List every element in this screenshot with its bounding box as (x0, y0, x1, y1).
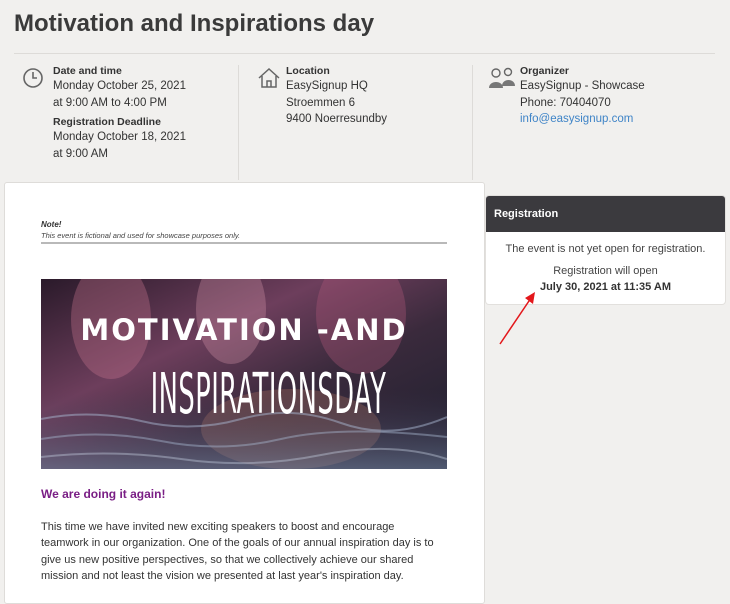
page-title: Motivation and Inspirations day (14, 10, 375, 37)
note-title: Note! (41, 220, 62, 229)
people-icon (487, 66, 515, 90)
organizer-phone: Phone: 70404070 (520, 96, 611, 109)
deadline-label: Registration Deadline (53, 116, 161, 128)
note-divider (41, 242, 447, 244)
organizer-email-link[interactable]: info@easysignup.com (520, 113, 633, 125)
event-date: Monday October 25, 2021 (53, 80, 186, 92)
registration-opens-label: Registration will open (553, 265, 658, 277)
clock-icon (22, 67, 46, 91)
info-datetime: Date and time Monday October 25, 2021 at… (14, 65, 237, 180)
content-paragraph: This time we have invited new exciting s… (41, 521, 434, 582)
note-text: This event is fictional and used for sho… (41, 231, 241, 240)
location-label: Location (286, 65, 330, 77)
event-description-card: Note! This event is fictional and used f… (4, 182, 485, 604)
registration-header: Registration (486, 196, 725, 232)
event-banner-image: MOTIVATION -AND INSPIRATIONSDAY (41, 279, 447, 469)
banner-title-line2: INSPIRATIONSDAY (150, 362, 387, 427)
organizer-name: EasySignup - Showcase (520, 80, 645, 92)
banner-title-line1: MOTIVATION -AND (80, 313, 408, 347)
header-divider (14, 53, 715, 54)
datetime-label: Date and time (53, 65, 122, 77)
house-icon (257, 67, 281, 91)
location-line1: EasySignup HQ (286, 80, 368, 92)
deadline-date: Monday October 18, 2021 (53, 131, 186, 143)
note-block: Note! This event is fictional and used f… (41, 220, 447, 240)
location-line3: 9400 Noerresundby (286, 113, 388, 125)
info-organizer: Organizer EasySignup - Showcase Phone: 7… (472, 65, 716, 180)
registration-status: The event is not yet open for registrati… (505, 243, 706, 255)
location-line2: Stroemmen 6 (286, 96, 356, 109)
annotation-arrow-icon (499, 292, 535, 345)
event-time: at 9:00 AM to 4:00 PM (53, 96, 167, 109)
content-subheading: We are doing it again! (41, 487, 166, 501)
organizer-label: Organizer (520, 65, 570, 77)
info-location: Location EasySignup HQ Stroemmen 6 9400 … (238, 65, 472, 180)
deadline-time: at 9:00 AM (53, 147, 108, 160)
